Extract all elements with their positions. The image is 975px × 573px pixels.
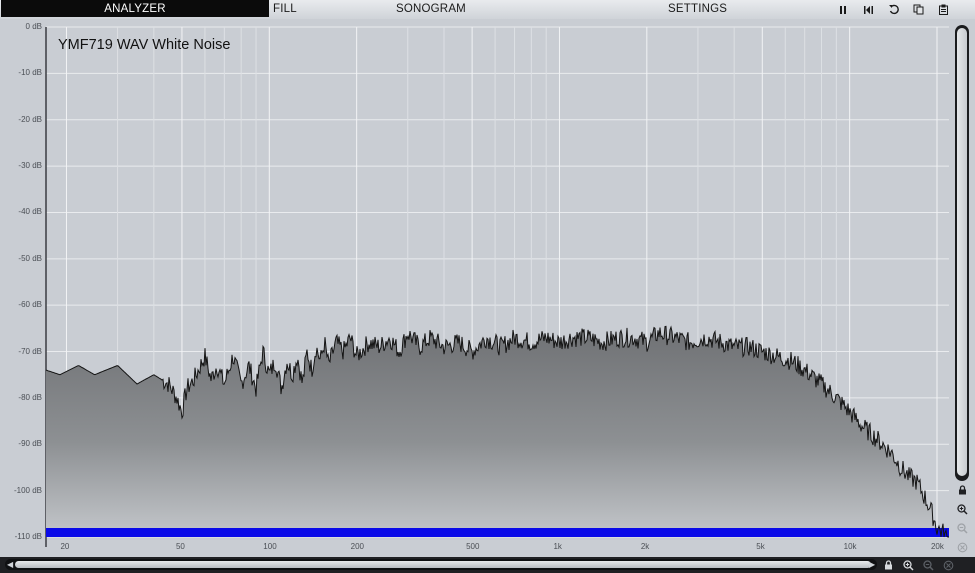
pause-icon[interactable] <box>835 2 851 17</box>
tab-analyzer[interactable]: ANALYZER <box>1 0 269 17</box>
y-tick-label: -50 dB <box>18 253 42 263</box>
tab-sonogram[interactable]: SONOGRAM <box>396 0 466 17</box>
tab-settings[interactable]: SETTINGS <box>668 0 727 17</box>
y-tick-label: -80 dB <box>18 392 42 402</box>
y-tick-label: -70 dB <box>18 346 42 356</box>
spectrum-fill <box>46 326 949 537</box>
x-tick-label: 50 <box>175 542 185 551</box>
y-tick-label: -40 dB <box>18 207 42 217</box>
peak-bar <box>46 528 949 537</box>
spectrum-chart <box>45 26 949 547</box>
vertical-scrollbar[interactable] <box>955 25 969 481</box>
zoom-out-icon[interactable] <box>921 558 935 572</box>
reset-peak-icon[interactable] <box>860 2 876 17</box>
y-tick-label: -90 dB <box>18 439 42 449</box>
y-tick-label: -60 dB <box>18 300 42 310</box>
x-tick-label: 5k <box>756 542 765 551</box>
scroll-right-icon[interactable]: ▶ <box>869 559 875 570</box>
x-tick-label: 200 <box>350 542 364 551</box>
x-tick-label: 500 <box>466 542 480 551</box>
menu-bar: ANALYZER FILL SONOGRAM SETTINGS <box>0 0 975 19</box>
vertical-scroll-thumb[interactable] <box>957 28 967 476</box>
y-tick-label: -20 dB <box>18 114 42 124</box>
trace-title: YMF719 WAV White Noise <box>58 37 231 53</box>
x-tick-label: 1k <box>553 542 562 551</box>
zoom-out-icon[interactable] <box>955 521 969 535</box>
lock-icon[interactable] <box>955 483 969 497</box>
zoom-reset-icon[interactable] <box>941 558 955 572</box>
tab-fill[interactable]: FILL <box>273 0 297 17</box>
horizontal-scrollbar[interactable]: ◀ ▶ <box>5 559 877 570</box>
x-tick-label: 2k <box>640 542 650 551</box>
y-tick-label: -10 dB <box>18 68 42 78</box>
bottom-bar: ◀ ▶ <box>0 557 975 573</box>
zoom-reset-icon[interactable] <box>955 540 969 554</box>
x-tick-label: 20k <box>930 542 944 551</box>
paste-icon[interactable] <box>935 2 951 17</box>
x-tick-label: 10k <box>843 542 857 551</box>
x-tick-label: 100 <box>263 542 277 551</box>
undo-icon[interactable] <box>885 2 901 17</box>
horizontal-scroll-thumb[interactable] <box>15 561 871 568</box>
y-tick-label: -100 dB <box>13 485 42 495</box>
copy-icon[interactable] <box>910 2 926 17</box>
x-tick-label: 20 <box>60 542 70 551</box>
y-tick-label: -110 dB <box>14 532 42 541</box>
y-tick-label: -30 dB <box>18 161 42 171</box>
y-tick-label: 0 dB <box>25 22 42 31</box>
lock-icon[interactable] <box>881 558 895 572</box>
scroll-left-icon[interactable]: ◀ <box>7 559 13 570</box>
zoom-in-icon[interactable] <box>955 502 969 516</box>
analyzer-plot-area[interactable]: 0 dB -10 dB -20 dB -30 dB -40 dB -50 dB -60 dB… <box>0 19 975 557</box>
zoom-in-icon[interactable] <box>901 558 915 572</box>
